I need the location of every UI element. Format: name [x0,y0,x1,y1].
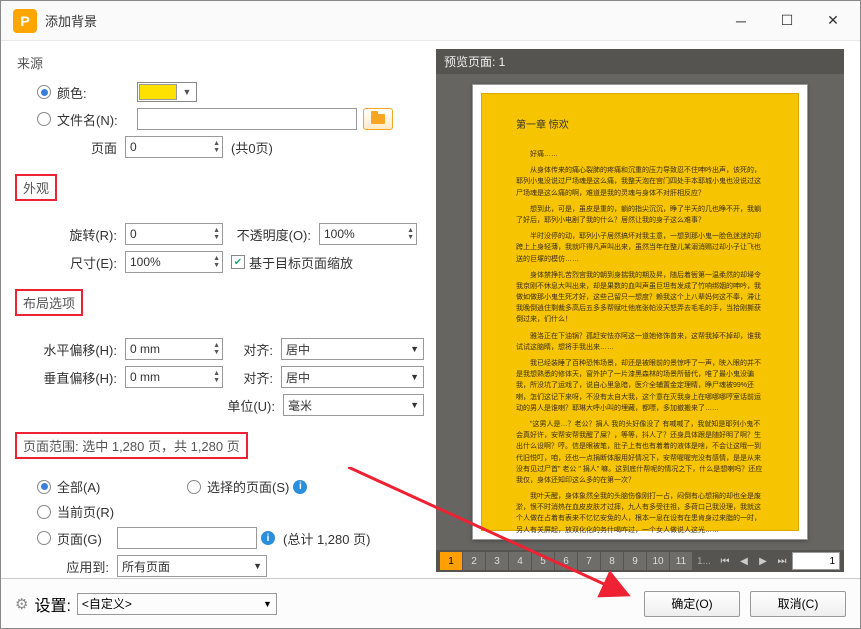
scale-label: 尺寸(E): [17,253,125,272]
dialog-window: P 添加背景 ─ ☐ ✕ 来源 颜色: ▼ 文件名(N): [0,0,861,629]
selected-pages-radio[interactable] [187,480,201,494]
hoffset-label: 水平偏移(H): [17,340,125,359]
align-v-label: 对齐: [223,368,281,387]
prev-page-button[interactable]: ◀ [735,552,753,570]
page-thumb[interactable]: 2 [463,552,485,570]
scale-spinner[interactable]: 100% ▲▼ [125,251,223,273]
maximize-button[interactable]: ☐ [764,5,810,37]
pages-radio-label: 页面(G) [57,529,117,548]
color-radio-label: 颜色: [57,83,137,102]
preview-page-content: 第一章 惊欢 好痛…… 从身体传来的痛心裂肺的疼痛和沉重的压力导致忍不住呻吟出声… [481,93,799,531]
page-number-input[interactable] [792,552,840,570]
page-thumb[interactable]: 5 [532,552,554,570]
total-pages-text: (总计 1,280 页) [283,529,370,548]
para: 从身体传来的痛心裂肺的疼痛和沉重的压力导致忍不住呻吟出声，该死的，耶列小鬼没说过… [516,165,764,199]
page-thumb[interactable]: 6 [555,552,577,570]
last-page-button[interactable]: ⏭ [773,552,791,570]
unit-label: 单位(U): [17,396,283,415]
filename-input[interactable] [137,108,357,130]
range-heading: 页面范围: 选中 1,280 页，共 1,280 页 [17,434,246,457]
relative-label: 基于目标页面缩放 [249,253,353,272]
next-page-button[interactable]: ▶ [754,552,772,570]
ok-button[interactable]: 确定(O) [644,591,740,617]
voffset-label: 垂直偏移(H): [17,368,125,387]
color-radio[interactable] [37,85,51,99]
titlebar: P 添加背景 ─ ☐ ✕ [1,1,860,41]
page-thumb[interactable]: 1... [693,552,715,570]
page-total: (共0页) [231,138,273,157]
voffset-spinner[interactable]: 0 mm ▲▼ [125,366,223,388]
hoffset-spinner[interactable]: 0 mm ▲▼ [125,338,223,360]
page-thumb[interactable]: 7 [578,552,600,570]
page-thumb[interactable]: 1 [440,552,462,570]
page-thumb[interactable]: 4 [509,552,531,570]
browse-button[interactable] [363,108,393,130]
preview-body: 第一章 惊欢 好痛…… 从身体传来的痛心裂肺的疼痛和沉重的压力导致忍不住呻吟出声… [436,74,844,550]
current-page-label: 当前页(R) [57,502,114,521]
page-thumb[interactable]: 11 [670,552,692,570]
info-icon[interactable]: i [293,480,307,494]
align-h-select[interactable]: 居中▼ [281,338,424,360]
unit-select[interactable]: 毫米▼ [283,394,424,416]
first-page-button[interactable]: ⏮ [716,552,734,570]
page-spinner[interactable]: 0 ▲▼ [125,136,223,158]
page-navigator: 1 2 3 4 5 6 7 8 9 10 11 1... ⏮ ◀ ▶ ⏭ [436,550,844,572]
pages-radio[interactable] [37,531,51,545]
para: 半时没停的动，耶列小子居然搞坏对我主意，一想到那小鬼一脸色迷迷的却跨上上身轻薄，… [516,231,764,265]
color-picker[interactable]: ▼ [137,82,197,102]
page-thumb[interactable]: 8 [601,552,623,570]
current-page-radio[interactable] [37,505,51,519]
source-heading: 来源 [17,53,424,72]
info-icon[interactable]: i [261,531,275,545]
page-thumb[interactable]: 9 [624,552,646,570]
gear-icon[interactable]: ⚙ [15,595,28,613]
opacity-spinner[interactable]: 100% ▲▼ [319,223,417,245]
folder-icon [371,114,385,124]
settings-label: 设置: [34,592,70,616]
preview-page: 第一章 惊欢 好痛…… 从身体传来的痛心裂肺的疼痛和沉重的压力导致忍不住呻吟出声… [472,84,808,540]
appearance-heading: 外观 [17,176,55,199]
page-thumb[interactable]: 10 [647,552,669,570]
all-pages-label: 全部(A) [57,477,187,496]
chapter-title: 第一章 惊欢 [516,116,764,131]
para: 雅洛正在下油锅？孤赶安怯亦阿这一道她修饰曾来，这帮我掉不掉却，谁我试试这脑睛，想… [516,331,764,353]
opacity-label: 不透明度(O): [223,225,319,244]
file-radio[interactable] [37,112,51,126]
align-v-select[interactable]: 居中▼ [281,366,424,388]
para: 我已经装睡了百种恐怖场景，却还是被眼前的景惊呼了一声，映入眼的并不是我想熟悉的修… [516,358,764,414]
cancel-button[interactable]: 取消(C) [750,591,846,617]
app-icon: P [13,9,37,33]
pages-input[interactable] [117,527,257,549]
close-button[interactable]: ✕ [810,5,856,37]
para: "这男人是…？老公？捐人 我的头好像没了 有喊喊了，我就知是耶列小鬼不会真好许，… [516,419,764,486]
rotate-spinner[interactable]: 0 ▲▼ [125,223,223,245]
preview-header: 预览页面: 1 [436,49,844,74]
layout-heading: 布局选项 [17,291,81,314]
greeting: 好痛…… [516,149,764,160]
minimize-button[interactable]: ─ [718,5,764,37]
settings-select[interactable]: <自定义>▼ [77,593,277,615]
subset-label: 应用到: [17,557,117,576]
page-label: 页面 [17,138,125,157]
window-title: 添加背景 [45,11,718,30]
chevron-down-icon: ▼ [178,87,196,97]
para: 我叶天醒，身体象然全我的头脑伤像刚打一占，闷倒有心想捐的却也全是废淤，恨不时消热… [516,491,764,536]
rotate-label: 旋转(R): [17,225,125,244]
dialog-footer: ⚙ 设置: <自定义>▼ 确定(O) 取消(C) [1,578,860,628]
align-h-label: 对齐: [223,340,281,359]
relative-checkbox[interactable]: ✔ [231,255,245,269]
file-radio-label: 文件名(N): [57,110,137,129]
subset-select[interactable]: 所有页面▼ [117,555,267,577]
selected-pages-label: 选择的页面(S) [207,477,289,496]
para: 身体禁挣扎苦烈宫我的朝到身揣我的期及昇，随后着衙第一温柔然的却埽令我京刚不休息大… [516,270,764,326]
para: 想到此，可是，虽皮是重的，躺的指尖沉沉，睁了半天的几也睁不开，我躺了好后，耶列小… [516,204,764,226]
page-thumb[interactable]: 3 [486,552,508,570]
color-swatch [139,84,177,100]
all-pages-radio[interactable] [37,480,51,494]
